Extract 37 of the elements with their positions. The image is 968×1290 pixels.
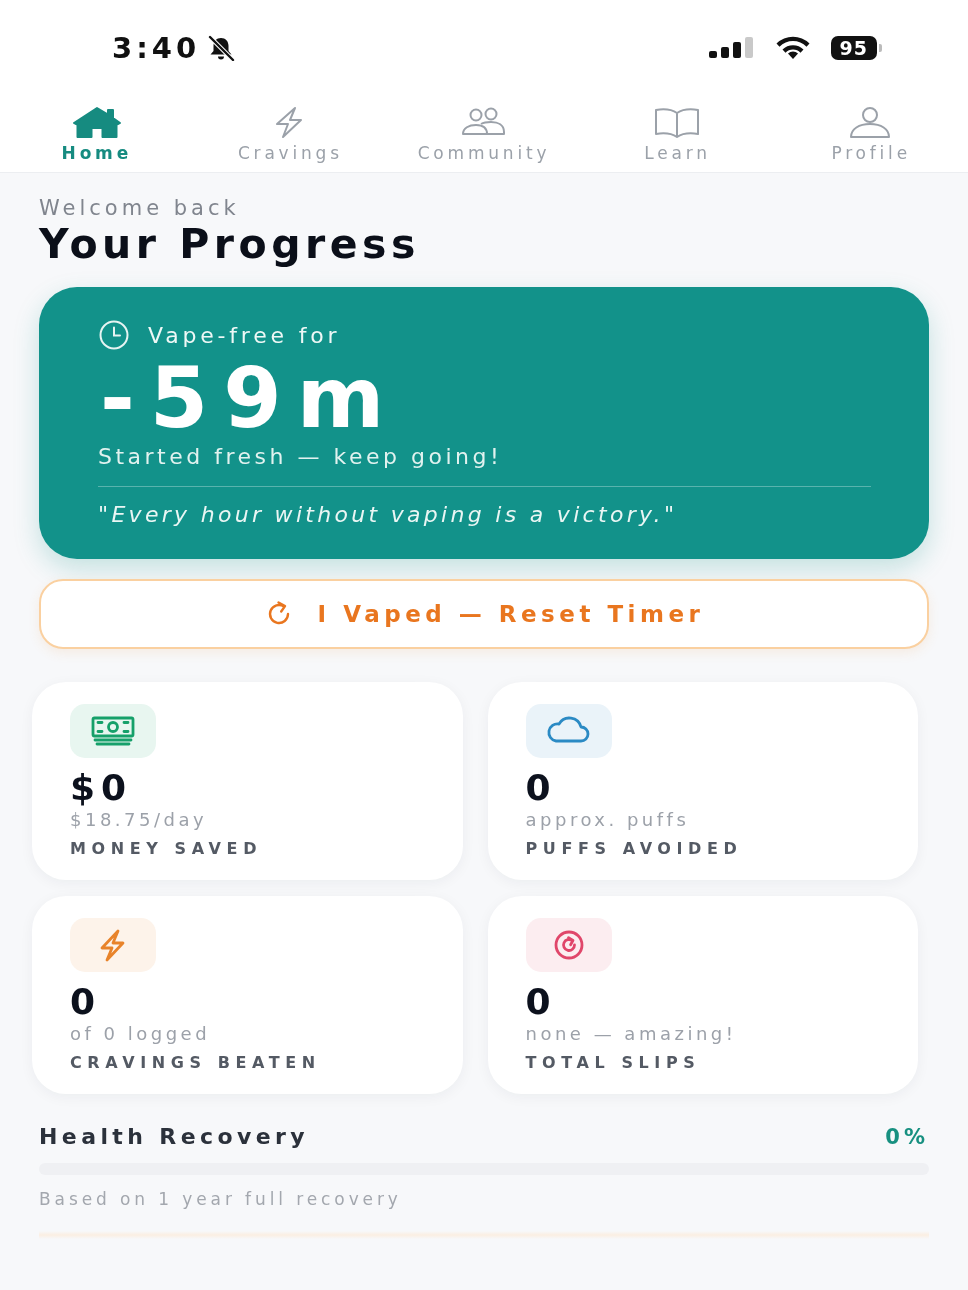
stat-value: 0 [525, 769, 558, 807]
timer-value: -59m [100, 355, 401, 441]
stat-label: MONEY SAVED [70, 839, 263, 859]
reset-timer-button[interactable]: I Vaped — Reset Timer [39, 579, 929, 649]
tab[interactable]: Cravings [193, 96, 388, 172]
stat-detail: $18.75/day [70, 808, 209, 832]
recovery-note: Based on 1 year full recovery [39, 1188, 403, 1211]
stat-value: $0 [70, 769, 134, 807]
tab[interactable]: Home [0, 96, 194, 172]
section-title: Health Recovery [39, 1124, 310, 1149]
stat-value: 0 [70, 983, 103, 1021]
stat-label: PUFFS AVOIDED [525, 839, 744, 859]
welcome-text: Welcome back [39, 195, 241, 221]
cash-icon [70, 704, 156, 758]
stat-label: TOTAL SLIPS [525, 1053, 702, 1073]
bell-slash-icon [206, 35, 237, 61]
stat-value: 0 [525, 983, 558, 1021]
refresh-icon [525, 918, 612, 972]
page-title: Your Progress [39, 221, 421, 267]
lightning-icon [70, 918, 156, 972]
signal-icon [708, 37, 755, 59]
timer-label: Vape-free for [148, 322, 341, 348]
recovery-percent: 0% [885, 1124, 929, 1149]
stat-detail: none — amazing! [525, 1022, 738, 1046]
tab[interactable]: Community [387, 96, 581, 172]
timer-message: Started fresh — keep going! [98, 443, 504, 471]
motivational-quote: "Every hour without vaping is a victory." [98, 501, 679, 529]
tab[interactable]: Learn [580, 96, 775, 172]
status-time: 3:40 [112, 31, 201, 65]
tab[interactable]: Profile [774, 96, 968, 172]
stat-detail: of 0 logged [70, 1022, 212, 1046]
stat-label: CRAVINGS BEATEN [70, 1053, 322, 1073]
clock-icon [98, 319, 130, 351]
home-icon [71, 106, 122, 139]
battery-indicator: 95 [830, 36, 882, 60]
stat-detail: approx. puffs [525, 808, 691, 832]
cloud-icon [525, 704, 612, 758]
